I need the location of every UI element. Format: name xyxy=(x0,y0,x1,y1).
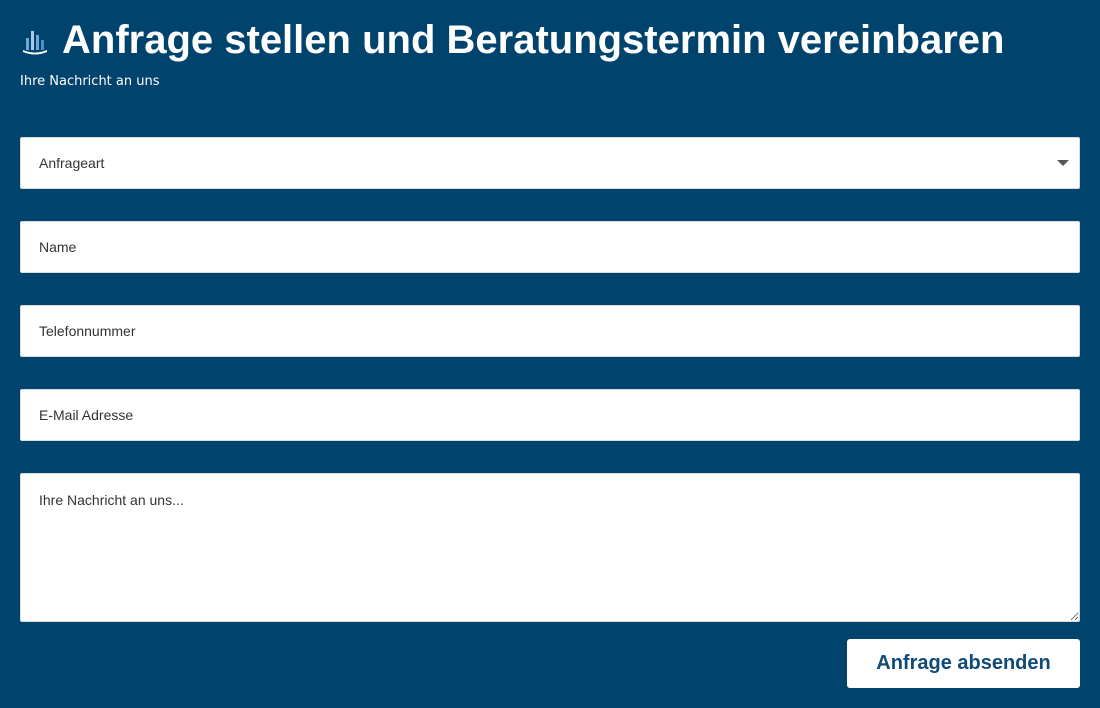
name-input[interactable] xyxy=(20,221,1080,273)
request-type-value: Anfrageart xyxy=(39,155,105,171)
message-textarea[interactable] xyxy=(20,473,1080,622)
phone-input[interactable] xyxy=(20,305,1080,357)
page-subtitle: Ihre Nachricht an uns xyxy=(20,74,160,89)
request-type-select[interactable]: Anfrageart xyxy=(20,137,1080,189)
company-logo-icon xyxy=(23,31,47,55)
page-header: Anfrage stellen und Beratungstermin vere… xyxy=(20,16,1004,64)
submit-button[interactable]: Anfrage absenden xyxy=(847,639,1080,688)
email-input[interactable] xyxy=(20,389,1080,441)
page-title: Anfrage stellen und Beratungstermin vere… xyxy=(62,18,1005,62)
chevron-down-icon xyxy=(1057,160,1069,166)
